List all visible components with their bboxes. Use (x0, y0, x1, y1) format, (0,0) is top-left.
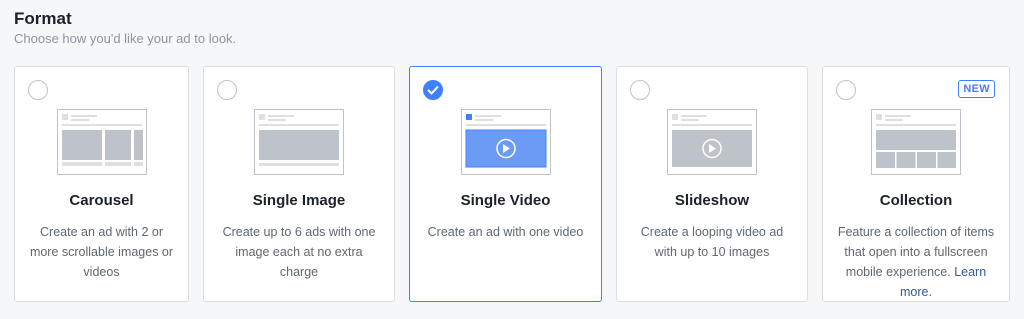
card-title: Single Image (252, 192, 346, 209)
card-description: Create an ad with 2 or more scrollable i… (29, 225, 174, 279)
card-title: Collection (879, 192, 953, 209)
slideshow-illustration (667, 109, 757, 175)
page-subtitle: Choose how you'd like your ad to look. (14, 31, 237, 46)
card-description: Create a looping video ad with up to 10 … (640, 225, 784, 259)
card-title: Single Video (460, 192, 551, 209)
card-description: Create up to 6 ads with one image each a… (222, 225, 376, 279)
new-badge: NEW (958, 80, 995, 98)
collection-illustration (871, 109, 961, 175)
radio-collection[interactable] (836, 80, 856, 100)
format-card-single-image[interactable]: Single Image Create up to 6 ads with one… (203, 66, 395, 302)
format-card-collection[interactable]: NEW Collection Feature a collection of i… (822, 66, 1010, 302)
format-card-carousel[interactable]: Carousel Create an ad with 2 or more scr… (14, 66, 189, 302)
single-image-illustration (254, 109, 344, 175)
format-header: Format Choose how you'd like your ad to … (14, 9, 236, 47)
radio-carousel[interactable] (28, 80, 48, 100)
card-description: Create an ad with one video (427, 225, 584, 239)
card-title: Slideshow (674, 192, 750, 209)
radio-single-video[interactable] (423, 80, 443, 100)
card-title: Carousel (69, 192, 134, 209)
radio-slideshow[interactable] (630, 80, 650, 100)
format-card-slideshow[interactable]: Slideshow Create a looping video ad with… (616, 66, 808, 302)
check-icon (427, 85, 439, 95)
single-video-illustration (460, 109, 551, 175)
carousel-illustration (56, 109, 147, 175)
radio-single-image[interactable] (217, 80, 237, 100)
card-description: Feature a collection of items that open … (837, 222, 995, 302)
format-card-single-video[interactable]: Single Video Create an ad with one video (409, 66, 602, 302)
page-title: Format (14, 9, 72, 28)
